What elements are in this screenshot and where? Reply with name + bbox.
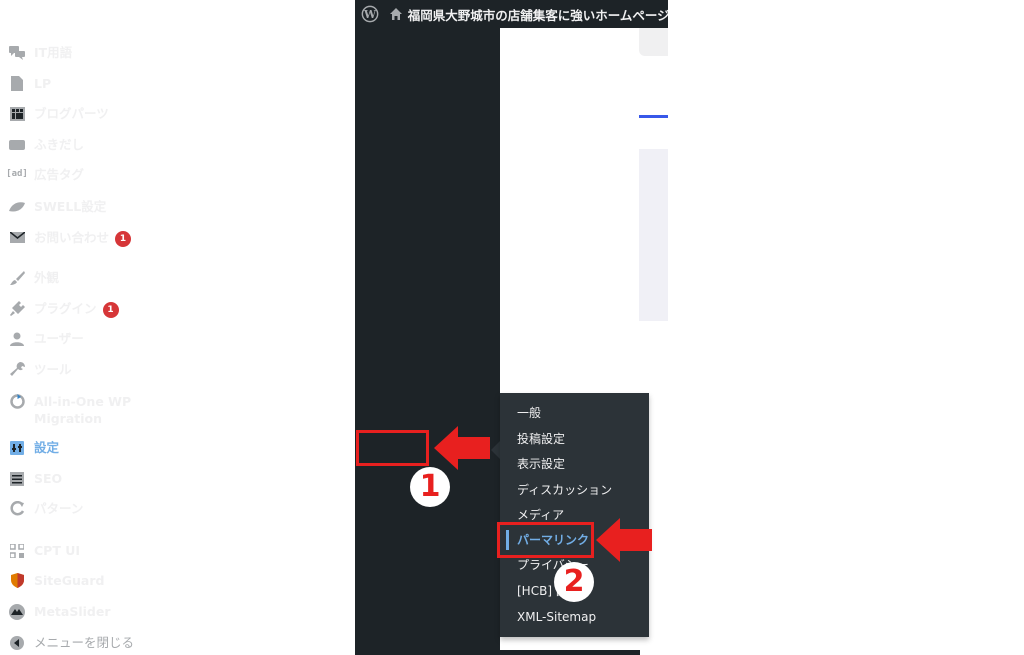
migration-icon <box>0 393 34 410</box>
admin-bar: W 福岡県大野城市の店舗集客に強いホームページ制作 <box>355 0 668 28</box>
pattern-icon <box>0 500 34 517</box>
sidebar-item-cpt-ui[interactable]: CPT UI <box>0 542 145 559</box>
comments-icon <box>0 44 34 61</box>
content-accent-line <box>639 115 668 118</box>
collapse-menu-icon <box>0 634 34 651</box>
sidebar-item-users[interactable]: ユーザー <box>0 330 145 347</box>
step-number-1: 1 <box>410 467 450 507</box>
sidebar-item-label: メニューを閉じる <box>34 635 135 650</box>
blocks-icon <box>0 105 34 122</box>
page-icon <box>0 75 34 92</box>
highlight-box-settings <box>356 430 429 466</box>
sidebar-item-label: LP <box>34 76 52 91</box>
settings-icon <box>0 439 34 456</box>
sidebar-item-appearance[interactable]: 外観 <box>0 269 145 286</box>
sidebar-item-settings[interactable]: 設定 <box>0 439 145 456</box>
submenu-item-xml-sitemap[interactable]: XML-Sitemap <box>517 609 596 625</box>
sidebar-item-tools[interactable]: ツール <box>0 361 145 378</box>
sidebar-item-label: SiteGuard <box>34 573 105 588</box>
seo-icon <box>0 470 34 487</box>
swell-leaf-icon <box>0 198 34 215</box>
annotation-arrow-1-icon <box>434 426 490 470</box>
sidebar-item-label: CPT UI <box>34 543 81 558</box>
admin-sidebar <box>355 28 500 655</box>
mail-icon <box>0 229 34 246</box>
sidebar-item-fukidashi[interactable]: ふきだし <box>0 136 145 153</box>
svg-text:W: W <box>363 8 377 21</box>
notification-badge: 1 <box>102 302 119 318</box>
sidebar-item-blog-parts[interactable]: ブログパーツ <box>0 105 145 122</box>
sidebar-item-label: 広告タグ <box>34 167 85 182</box>
sidebar-item-contact[interactable]: お問い合わせ 1 <box>0 229 145 247</box>
annotation-arrow-2-icon <box>596 518 652 562</box>
sidebar-item-metaslider[interactable]: MetaSlider <box>0 603 145 620</box>
sidebar-item-plugins[interactable]: プラグイン 1 <box>0 300 145 318</box>
sidebar-item-patterns[interactable]: パターン <box>0 500 145 517</box>
collapse-menu-button[interactable]: メニューを閉じる <box>0 634 145 651</box>
bottom-dark-bar <box>500 650 640 655</box>
content-panel <box>639 149 668 321</box>
sidebar-item-label: SWELL設定 <box>34 199 107 214</box>
sidebar-item-label: パターン <box>34 501 84 516</box>
wordpress-logo-icon[interactable]: W <box>355 0 386 28</box>
paintbrush-icon <box>0 269 34 286</box>
submenu-item-writing[interactable]: 投稿設定 <box>517 431 565 447</box>
metaslider-icon <box>0 603 34 620</box>
current-menu-notch <box>491 441 500 459</box>
plugin-icon <box>0 300 34 317</box>
sidebar-item-seo[interactable]: SEO <box>0 470 145 487</box>
sidebar-item-lp[interactable]: LP <box>0 75 145 92</box>
content-header-block <box>639 28 668 56</box>
highlight-box-permalink <box>497 522 594 558</box>
sidebar-item-label: MetaSlider <box>34 604 111 619</box>
notification-badge: 1 <box>115 231 132 247</box>
sidebar-item-ad-tag[interactable]: [ad] 広告タグ <box>0 166 145 183</box>
submenu-item-general[interactable]: 一般 <box>517 405 541 421</box>
sidebar-item-siteguard[interactable]: SiteGuard <box>0 572 145 589</box>
step-number-2: 2 <box>554 562 594 602</box>
sidebar-item-label: ふきだし <box>34 137 85 152</box>
sidebar-item-label: IT用語 <box>34 45 73 60</box>
cpt-ui-icon <box>0 542 34 559</box>
sidebar-item-all-in-one-wp-migration[interactable]: All-in-One WP Migration <box>0 393 145 427</box>
sidebar-item-label: ツール <box>34 362 72 377</box>
submenu-item-media[interactable]: メディア <box>517 507 564 523</box>
sidebar-item-label: 設定 <box>34 440 60 455</box>
site-title-link[interactable]: 福岡県大野城市の店舗集客に強いホームページ制作 <box>406 5 668 24</box>
sidebar-item-label: 外観 <box>34 270 60 285</box>
user-icon <box>0 330 34 347</box>
ad-tag-icon: [ad] <box>6 169 28 179</box>
sidebar-item-label: ブログパーツ <box>34 106 109 121</box>
sidebar-item-label: All-in-One WP Migration <box>34 394 132 426</box>
sidebar-item-label: お問い合わせ 1 <box>34 229 145 247</box>
home-icon[interactable] <box>386 7 406 21</box>
sidebar-item-label: ユーザー <box>34 331 84 346</box>
sidebar-item-it-terms[interactable]: IT用語 <box>0 44 145 61</box>
sidebar-item-swell-settings[interactable]: SWELL設定 <box>0 198 145 215</box>
submenu-item-reading[interactable]: 表示設定 <box>517 456 565 472</box>
submenu-item-discussion[interactable]: ディスカッション <box>517 482 612 498</box>
sidebar-item-label: プラグイン 1 <box>34 300 145 318</box>
sidebar-item-label: SEO <box>34 471 63 486</box>
wrench-icon <box>0 361 34 378</box>
shield-icon <box>0 572 34 589</box>
speech-bubble-icon <box>0 136 34 153</box>
